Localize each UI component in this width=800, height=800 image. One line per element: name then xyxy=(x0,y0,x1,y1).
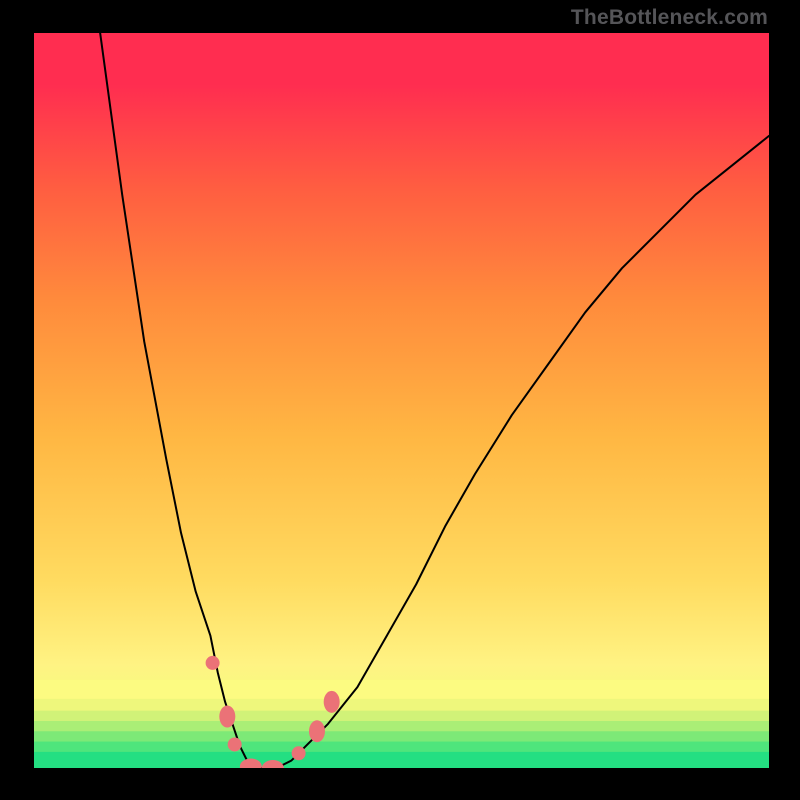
floor-green xyxy=(34,752,769,768)
score-marker xyxy=(219,706,235,728)
chart-frame: TheBottleneck.com xyxy=(0,0,800,800)
score-marker xyxy=(324,691,340,713)
score-marker xyxy=(292,746,306,760)
plot-area xyxy=(33,32,770,769)
score-marker xyxy=(228,737,242,751)
band-green3 xyxy=(34,731,769,741)
band-paleyellow xyxy=(34,680,769,699)
band-yellowgreen xyxy=(34,699,769,711)
watermark-text: TheBottleneck.com xyxy=(571,6,768,30)
band-green2 xyxy=(34,742,769,752)
band-lime xyxy=(34,721,769,731)
gradient-background xyxy=(34,33,769,768)
score-marker xyxy=(309,720,325,742)
chart-svg xyxy=(34,33,769,768)
band-chartreuse xyxy=(34,711,769,721)
score-marker xyxy=(206,656,220,670)
